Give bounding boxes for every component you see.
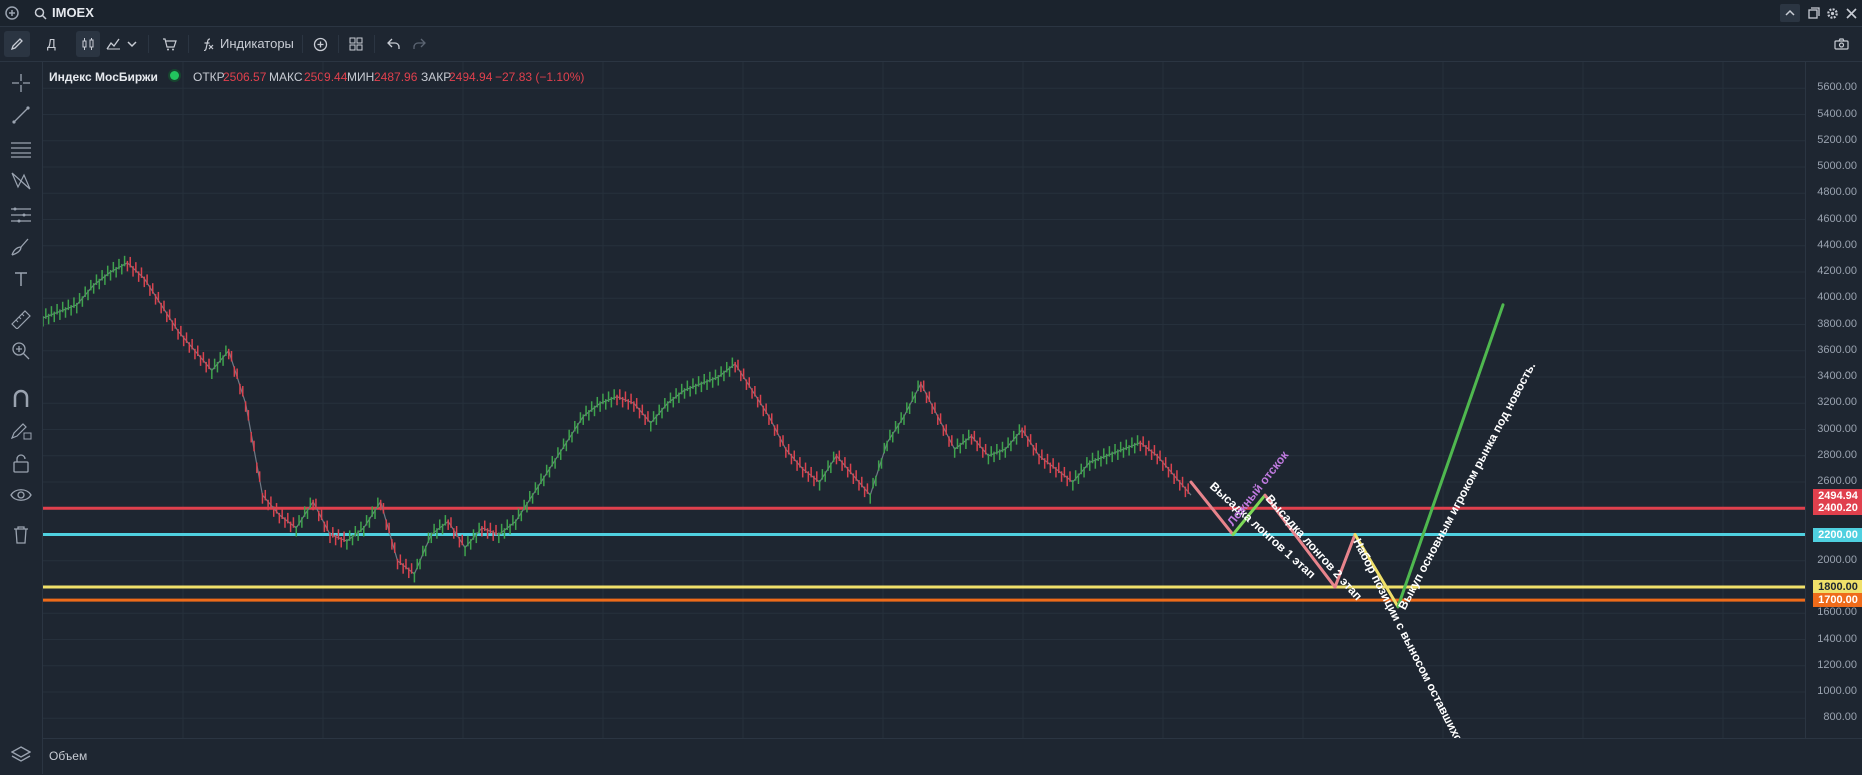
trend-line-icon[interactable] xyxy=(8,102,34,128)
area-chart-icon[interactable] xyxy=(102,31,124,57)
price-line xyxy=(43,262,1192,575)
eye-icon[interactable] xyxy=(8,482,34,508)
price-tick-label: 2600.00 xyxy=(1817,475,1857,488)
indicators-button[interactable]: Индикаторы xyxy=(220,36,294,51)
price-tick-label: 4000.00 xyxy=(1817,291,1857,304)
cart-icon[interactable] xyxy=(158,31,180,57)
text-tool-icon[interactable] xyxy=(8,266,34,292)
price-tick-label: 4400.00 xyxy=(1817,238,1857,251)
chevron-down-icon[interactable] xyxy=(124,31,140,57)
gear-icon[interactable] xyxy=(1824,5,1840,21)
pencil-icon[interactable] xyxy=(4,31,30,57)
price-tick-label: 3200.00 xyxy=(1817,396,1857,409)
chart-annotation: Набор позиции с выносом оставшихся xyxy=(1350,536,1468,738)
trash-icon[interactable] xyxy=(8,522,34,548)
price-tick-label: 3000.00 xyxy=(1817,422,1857,435)
horizontal-lines-icon[interactable] xyxy=(8,136,34,162)
pattern-icon[interactable] xyxy=(8,168,34,194)
lock-drawing-icon[interactable] xyxy=(8,418,34,444)
price-tick-label: 1200.00 xyxy=(1817,658,1857,671)
level-price-tag: 1800.00 xyxy=(1813,580,1862,595)
ruler-icon[interactable] xyxy=(8,306,34,332)
volume-label: Объем xyxy=(49,749,88,763)
toolbar-divider xyxy=(338,35,339,53)
price-tick-label: 4200.00 xyxy=(1817,265,1857,278)
layers-icon[interactable] xyxy=(8,742,34,768)
price-tick-label: 3800.00 xyxy=(1817,317,1857,330)
level-price-tag: 1700.00 xyxy=(1813,593,1862,608)
magnet-icon[interactable] xyxy=(8,386,34,412)
level-price-tag: 2200.00 xyxy=(1813,527,1862,542)
redo-icon[interactable] xyxy=(408,31,430,57)
toolbar-divider xyxy=(148,35,149,53)
price-tick-label: 2800.00 xyxy=(1817,448,1857,461)
candles-icon[interactable] xyxy=(76,31,100,57)
top-bar: IMOEX xyxy=(0,0,1862,27)
chevron-up-icon[interactable] xyxy=(1780,4,1800,22)
last-price-tag: 2494.94 xyxy=(1813,488,1862,503)
drawing-toolbar xyxy=(0,62,43,774)
price-tick-label: 1000.00 xyxy=(1817,685,1857,698)
toolbar-divider xyxy=(374,35,375,53)
chart-grid xyxy=(43,62,1805,738)
price-tick-label: 4600.00 xyxy=(1817,212,1857,225)
brush-icon[interactable] xyxy=(8,234,34,260)
price-chart[interactable]: Высадка лонгов 1 этапЛожный отскокВысадк… xyxy=(43,62,1805,738)
price-tick-label: 1600.00 xyxy=(1817,606,1857,619)
layout-grid-icon[interactable] xyxy=(345,31,367,57)
restore-window-icon[interactable] xyxy=(1806,5,1822,21)
price-tick-label: 2000.00 xyxy=(1817,553,1857,566)
undo-icon[interactable] xyxy=(383,31,405,57)
function-icon xyxy=(198,31,218,57)
toolbar-divider xyxy=(188,35,189,53)
add-circle-icon[interactable] xyxy=(309,31,331,57)
fib-levels-icon[interactable] xyxy=(8,202,34,228)
price-tick-label: 5400.00 xyxy=(1817,107,1857,120)
price-tick-label: 3600.00 xyxy=(1817,343,1857,356)
chart-annotation: Выкуп основным игроком рынка под новость… xyxy=(1395,360,1538,612)
symbol-label[interactable]: IMOEX xyxy=(52,5,94,20)
level-price-tag: 2400.20 xyxy=(1813,501,1862,516)
price-tick-label: 1400.00 xyxy=(1817,632,1857,645)
chart-annotations: Высадка лонгов 1 этапЛожный отскокВысадк… xyxy=(1207,360,1538,738)
toolbar-divider xyxy=(302,35,303,53)
crosshair-icon[interactable] xyxy=(8,70,34,96)
price-tick-label: 5600.00 xyxy=(1817,81,1857,94)
search-icon[interactable] xyxy=(32,5,48,21)
price-tick-label: 5200.00 xyxy=(1817,133,1857,146)
price-tick-label: 3400.00 xyxy=(1817,370,1857,383)
zoom-in-icon[interactable] xyxy=(8,338,34,364)
price-tick-label: 5000.00 xyxy=(1817,160,1857,172)
unlock-icon[interactable] xyxy=(8,450,34,476)
volume-pane: Объем xyxy=(43,738,1862,775)
price-scale[interactable]: 5600.00 5400.00 5200.00 5000.00 4800.00 4600.… xyxy=(1805,62,1862,738)
close-icon[interactable] xyxy=(1843,5,1859,21)
price-tick-label: 800.00 xyxy=(1823,711,1857,724)
interval-button[interactable]: Д xyxy=(47,36,56,51)
chart-toolbar: Д Индикаторы xyxy=(0,27,1862,62)
horizontal-levels xyxy=(43,506,1805,602)
price-tick-label: 4800.00 xyxy=(1817,186,1857,199)
add-tab-icon[interactable] xyxy=(4,5,20,21)
camera-icon[interactable] xyxy=(1830,31,1852,57)
